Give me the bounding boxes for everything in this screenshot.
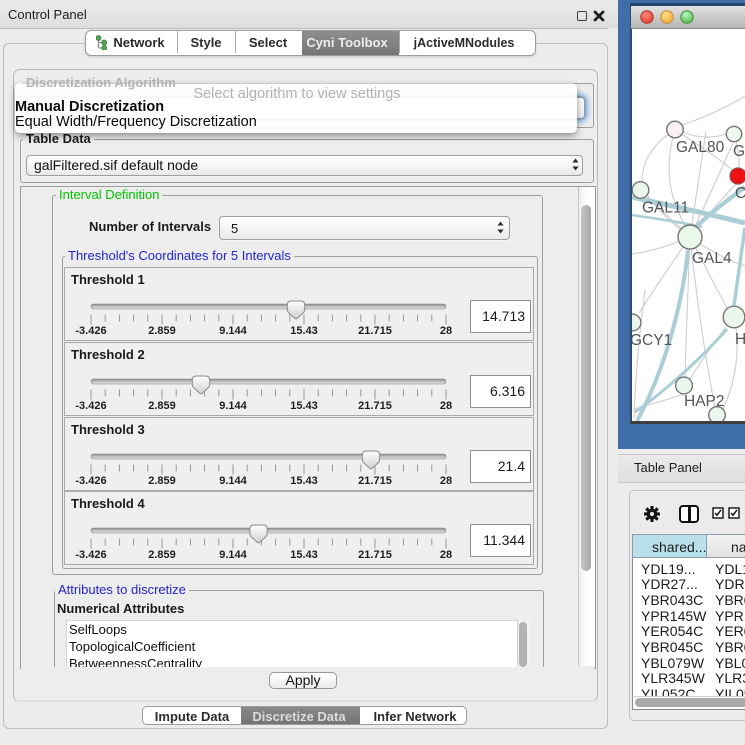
svg-text:GAL11: GAL11	[642, 200, 689, 217]
svg-text:GA: GA	[733, 143, 745, 160]
svg-text:21.715: 21.715	[358, 549, 392, 561]
svg-text:-3.426: -3.426	[75, 475, 106, 487]
svg-text:21.715: 21.715	[358, 325, 392, 337]
svg-text:28: 28	[440, 400, 452, 412]
svg-text:GAL80: GAL80	[676, 139, 725, 156]
svg-text:C: C	[735, 185, 745, 202]
svg-text:15.43: 15.43	[290, 475, 318, 487]
svg-text:2.859: 2.859	[148, 475, 176, 487]
svg-text:28: 28	[440, 549, 452, 561]
svg-text:21.715: 21.715	[358, 475, 392, 487]
svg-text:2.859: 2.859	[148, 549, 176, 561]
svg-text:28: 28	[440, 475, 452, 487]
svg-text:-3.426: -3.426	[75, 325, 106, 337]
svg-text:9.144: 9.144	[219, 475, 247, 487]
svg-text:GAL4: GAL4	[692, 250, 732, 267]
svg-text:H: H	[735, 331, 745, 348]
svg-text:-3.426: -3.426	[75, 549, 106, 561]
svg-text:HAP2: HAP2	[684, 393, 725, 410]
svg-text:28: 28	[440, 325, 452, 337]
svg-text:GCY1: GCY1	[632, 332, 672, 349]
svg-text:15.43: 15.43	[290, 549, 318, 561]
svg-text:9.144: 9.144	[219, 400, 247, 412]
svg-text:21.715: 21.715	[358, 400, 392, 412]
svg-text:2.859: 2.859	[148, 400, 176, 412]
svg-text:15.43: 15.43	[290, 400, 318, 412]
svg-text:2.859: 2.859	[148, 325, 176, 337]
svg-text:9.144: 9.144	[219, 325, 247, 337]
svg-text:-3.426: -3.426	[75, 400, 106, 412]
svg-text:9.144: 9.144	[219, 549, 247, 561]
svg-text:15.43: 15.43	[290, 325, 318, 337]
